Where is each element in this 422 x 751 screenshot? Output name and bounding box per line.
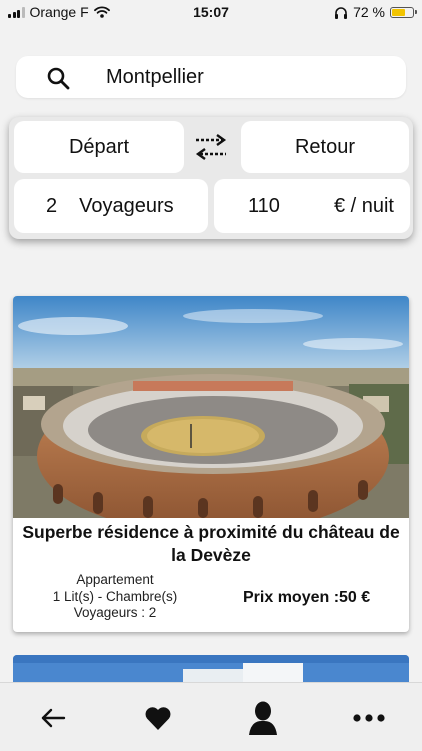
listing-title[interactable]: Superbe résidence à proximité du château… xyxy=(13,521,409,567)
back-arrow-icon[interactable] xyxy=(40,708,66,728)
nav-favorites-button[interactable] xyxy=(141,701,175,735)
listing-type: Appartement xyxy=(76,572,154,587)
listing-rooms: 1 Lit(s) - Chambre(s) xyxy=(52,588,178,604)
search-bar[interactable] xyxy=(16,56,406,98)
nav-back-button[interactable] xyxy=(36,701,70,735)
retour-button[interactable]: Retour xyxy=(241,121,409,173)
price-unit: € / nuit xyxy=(333,194,394,217)
battery-icon xyxy=(390,6,417,18)
travelers-field[interactable]: 2 Voyageurs xyxy=(14,179,208,233)
listing-guests: Voyageurs : 2 xyxy=(73,605,157,620)
swap-arrows-icon[interactable] xyxy=(192,132,230,162)
search-icon[interactable] xyxy=(46,66,70,90)
battery-percent: 72 % xyxy=(353,4,385,20)
listing-photo[interactable] xyxy=(13,296,409,518)
battery-level xyxy=(392,8,405,16)
user-icon[interactable] xyxy=(248,701,278,735)
depart-label: Départ xyxy=(68,135,130,158)
depart-button[interactable]: Départ xyxy=(14,121,184,173)
listing-price: Prix moyen :50 € xyxy=(243,589,371,606)
listing-card[interactable]: Superbe résidence à proximité du château… xyxy=(13,296,409,632)
price-field[interactable]: 110 € / nuit xyxy=(214,179,410,233)
nav-profile-button[interactable] xyxy=(246,701,280,735)
travelers-count[interactable]: 2 xyxy=(46,195,57,218)
status-right: 72 % xyxy=(334,4,417,20)
filter-panel: Départ Retour 2 Voyageurs 110 € / nuit xyxy=(9,117,413,239)
headphones-icon xyxy=(335,6,348,19)
retour-label: Retour xyxy=(294,135,356,158)
price-value[interactable]: 110 xyxy=(248,195,280,218)
bottom-nav xyxy=(0,682,422,751)
nav-more-button[interactable] xyxy=(352,701,386,735)
status-bar: Orange F 15:07 72 % xyxy=(0,0,422,26)
heart-icon[interactable] xyxy=(144,705,172,731)
listing-details: Appartement 1 Lit(s) - Chambre(s) Voyage… xyxy=(35,572,195,622)
more-icon[interactable] xyxy=(353,714,385,722)
travelers-label: Voyageurs xyxy=(79,194,174,217)
search-input[interactable] xyxy=(106,64,396,90)
